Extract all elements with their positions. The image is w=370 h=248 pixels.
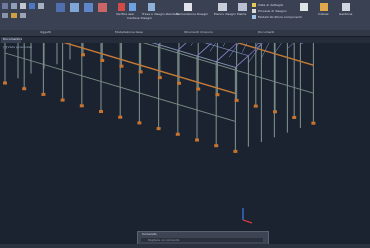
copy-icon[interactable] (98, 3, 107, 12)
base-plate (311, 121, 316, 125)
truss-diagonal (300, 43, 304, 45)
command-line: Comando: Digitare un comando (137, 231, 269, 245)
base-plate (138, 70, 143, 74)
standard-drawings-icon[interactable] (148, 3, 155, 11)
line-icon[interactable] (11, 3, 17, 9)
base-plate (100, 59, 105, 62)
profile-icon[interactable] (20, 13, 26, 18)
truss-diagonal (235, 55, 249, 68)
command-input[interactable]: Digitare un comando (141, 238, 263, 242)
numbering-label: Numerazione Disegni (176, 12, 209, 16)
management-label: Gestione (339, 12, 353, 16)
check-axes-icon[interactable] (118, 3, 125, 11)
base-plate (156, 127, 161, 131)
truss-diagonal (228, 43, 240, 58)
base-plate (60, 98, 65, 102)
base-plate (196, 87, 201, 91)
base-plate (233, 149, 238, 153)
grid-icon[interactable] (70, 3, 79, 12)
group-label-basic-modelling: Modellazione base (115, 30, 143, 34)
select-icon[interactable] (2, 3, 8, 9)
bolt-icon[interactable] (2, 13, 8, 18)
truss-diagonal (274, 43, 282, 54)
roof-truss (209, 43, 213, 45)
base-plate (118, 115, 123, 119)
base-plate (3, 81, 7, 85)
base-plate (119, 64, 124, 68)
base-plate (214, 144, 219, 148)
drawing-process-icon[interactable] (252, 9, 256, 13)
document-tab-label: Documento1 (3, 37, 23, 41)
roof-truss (158, 43, 162, 45)
base-plate (177, 81, 181, 85)
steel-frame-model[interactable] (0, 43, 370, 248)
truss-diagonal (209, 43, 217, 52)
document-icon[interactable] (300, 3, 308, 11)
detail-view-icon[interactable] (252, 3, 256, 7)
base-plate (81, 53, 85, 57)
column-icon[interactable] (29, 3, 35, 9)
drawing-process-label: Processi di disegno (258, 9, 287, 13)
status-bar (0, 244, 370, 248)
group-label-objects: Oggetti (40, 30, 52, 34)
base-plate (292, 116, 297, 119)
command-placeholder: Digitare un comando (148, 238, 180, 242)
component-model-icon[interactable] (252, 15, 256, 19)
base-plate (175, 132, 180, 136)
group-label-documents: Documenti (258, 30, 275, 34)
site-drawings-label: Cantiere Disegni (127, 16, 152, 20)
truss-diagonal (216, 49, 230, 62)
plans-icon[interactable] (238, 3, 247, 11)
move-icon[interactable] (84, 3, 93, 12)
base-plate (41, 92, 46, 96)
command-label: Comando: (142, 232, 158, 236)
base-plate (273, 110, 277, 114)
weld-icon[interactable] (11, 13, 17, 18)
base-plate (234, 98, 239, 102)
drawing-list-label: Elenco disegni (214, 12, 236, 16)
model-viewport[interactable]: [-][Vista personale] (0, 43, 370, 248)
truss-diagonal (190, 43, 193, 46)
truss-diagonal (196, 44, 211, 57)
roof-truss (261, 43, 264, 45)
ribbon: Verifica assi Cantiere Disegni Trave a d… (0, 0, 370, 31)
standard-drawings-label: Trave a disegni standard (142, 12, 179, 16)
base-plate (215, 93, 220, 97)
base-plate (157, 76, 162, 80)
plate-icon[interactable] (38, 3, 44, 9)
base-plate (22, 87, 27, 91)
drawing-list-icon[interactable] (218, 3, 227, 11)
ucs-x-axis (242, 219, 253, 224)
management-icon[interactable] (342, 3, 350, 11)
base-plate (195, 138, 199, 142)
purlin (204, 43, 249, 57)
roof-truss (177, 43, 187, 51)
site-drawings-icon[interactable] (129, 3, 136, 11)
base-plate (137, 121, 142, 125)
joint-icon[interactable] (56, 3, 65, 12)
beam-icon[interactable] (20, 3, 26, 9)
numbering-icon[interactable] (184, 3, 192, 11)
base-plate (79, 104, 84, 108)
base-plate (253, 104, 258, 108)
start-label: Iniziale (318, 12, 329, 16)
ribbon-group-bar: Oggetti Modellazione base Strumenti di l… (0, 30, 370, 37)
detail-view-label: Vista di dettaglio (258, 3, 284, 7)
group-label-work-tools: Strumenti di lavoro (184, 30, 213, 34)
base-plate (99, 110, 103, 113)
start-icon[interactable] (320, 3, 328, 11)
plans-label: Piante (237, 12, 247, 16)
component-model-label: Modelli struttura componenti (258, 15, 302, 19)
